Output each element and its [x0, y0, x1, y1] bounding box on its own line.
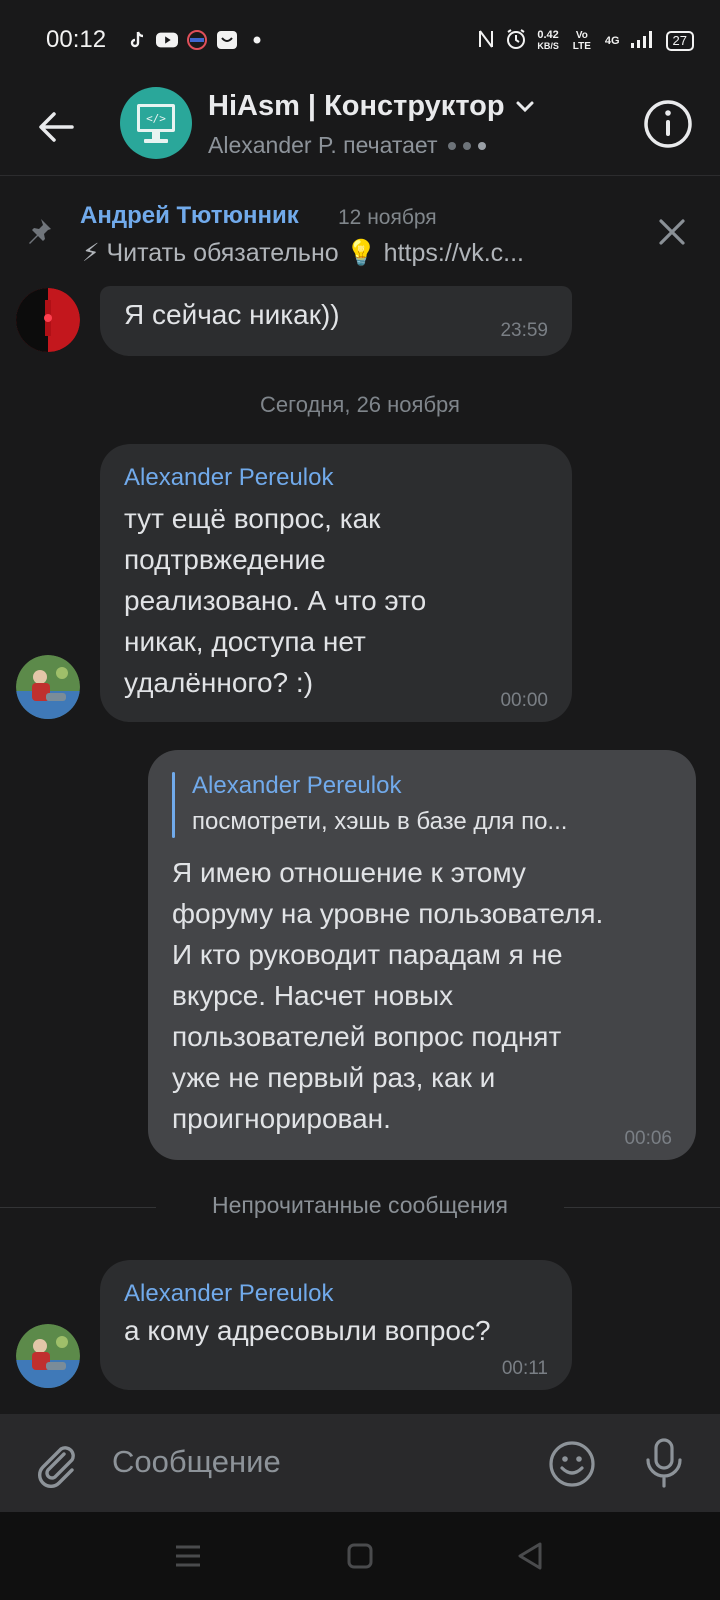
message-text: Я сейчас никак)): [124, 299, 340, 330]
unread-label: Непрочитанные сообщения: [212, 1192, 508, 1218]
message-composer: [0, 1414, 720, 1512]
pinned-message[interactable]: Андрей Тютюнник 12 ноября ⚡ Читать обяза…: [0, 190, 720, 282]
typing-status: Alexander P. печатает: [208, 132, 438, 158]
chat-title: HiAsm | Конструктор: [208, 90, 505, 122]
pinned-date: 12 ноября: [338, 206, 437, 229]
menu-icon: [176, 1545, 200, 1567]
message-author: Alexander Pereulok: [124, 464, 334, 491]
net-speed: 0.42 KB/S: [537, 28, 559, 51]
battery-indicator: 27: [665, 30, 694, 51]
chat-header: </> HiAsm | Конструктор Alexander P. печ…: [0, 80, 720, 176]
reply-author: Alexander Pereulok: [192, 772, 402, 799]
pin-icon: [24, 216, 54, 246]
unread-separator: Непрочитанные сообщения: [0, 1192, 720, 1222]
chat-subtitle: Alexander P. печатает: [208, 132, 486, 159]
square-icon: [347, 1543, 373, 1569]
message-bubble[interactable]: Я сейчас никак)) 23:59: [100, 286, 572, 356]
home-button[interactable]: [340, 1538, 380, 1574]
chat-title-row[interactable]: HiAsm | Конструктор: [208, 90, 535, 123]
avatar[interactable]: [16, 288, 80, 352]
message-text: а кому адресовыли вопрос?: [124, 1315, 491, 1346]
voice-message-button[interactable]: [642, 1436, 686, 1490]
message-text: Я имею отношение к этому форуму на уровн…: [172, 857, 604, 1134]
back-button[interactable]: [32, 102, 82, 152]
message-bubble[interactable]: Alexander Pereulok а кому адресовыли воп…: [100, 1260, 572, 1390]
message-time: 00:11: [501, 1358, 548, 1379]
message-time: 00:06: [624, 1128, 672, 1149]
user-avatar-image: [16, 1324, 80, 1388]
more-notifications-icon: [246, 30, 268, 50]
message-text: тут ещё вопрос, как подтрвжедение реализ…: [124, 503, 427, 698]
recent-apps-button[interactable]: [168, 1538, 208, 1574]
pinned-author: Андрей Тютюнник: [80, 202, 299, 229]
emoji-button[interactable]: [548, 1440, 596, 1488]
chevron-down-icon: [516, 101, 534, 112]
unpin-button[interactable]: [654, 214, 690, 250]
back-nav-button[interactable]: [510, 1538, 550, 1574]
chat-info-button[interactable]: [642, 98, 694, 150]
microphone-icon: [646, 1438, 682, 1488]
nfc-icon: [477, 29, 495, 52]
tiktok-icon: [126, 30, 148, 50]
system-icons: 0.42 KB/S Vo LTE 4G 27: [477, 28, 694, 53]
svg-text:</>: </>: [146, 112, 166, 125]
avatar[interactable]: [16, 1324, 80, 1388]
reply-text: посмотрети, хэшь в базе для по...: [192, 808, 568, 835]
monitor-code-icon: </>: [137, 104, 175, 143]
chat-avatar[interactable]: </>: [120, 87, 192, 159]
volte-indicator: Vo LTE: [572, 29, 591, 52]
user-avatar-image: [16, 655, 80, 719]
status-time: 00:12: [46, 26, 107, 53]
status-bar: 00:12 0.42 KB/S Vo LTE 4G 27: [0, 0, 720, 80]
typing-dots-icon: [447, 141, 486, 150]
youtube-icon: [156, 30, 178, 50]
info-icon: [644, 100, 692, 148]
outgoing-message-bubble[interactable]: Alexander Pereulok посмотрети, хэшь в ба…: [148, 750, 696, 1160]
paperclip-icon: [38, 1446, 75, 1488]
system-navigation-bar: [0, 1512, 720, 1600]
message-input[interactable]: [112, 1434, 502, 1490]
user-avatar-image: [16, 288, 80, 352]
arrow-left-icon: [39, 112, 74, 142]
triangle-back-icon: [518, 1542, 542, 1570]
smiley-icon: [549, 1441, 595, 1487]
date-separator: Сегодня, 26 ноября: [260, 392, 460, 417]
app-icon: [186, 30, 208, 50]
avatar[interactable]: [16, 655, 80, 719]
message-author: Alexander Pereulok: [124, 1280, 334, 1307]
message-time: 00:00: [500, 690, 548, 711]
signal-icon: [630, 29, 656, 52]
attach-button[interactable]: [32, 1440, 80, 1488]
reply-indicator: [172, 772, 175, 838]
notification-icons: [126, 30, 268, 50]
pinned-text: ⚡ Читать обязательно 💡 https://vk.c...: [82, 239, 525, 267]
network-type: 4G: [604, 34, 620, 47]
message-time: 23:59: [500, 320, 548, 341]
vk-app-icon: [216, 30, 238, 50]
message-bubble[interactable]: Alexander Pereulok тут ещё вопрос, как п…: [100, 444, 572, 722]
alarm-icon: [505, 28, 527, 53]
close-icon: [659, 219, 685, 245]
